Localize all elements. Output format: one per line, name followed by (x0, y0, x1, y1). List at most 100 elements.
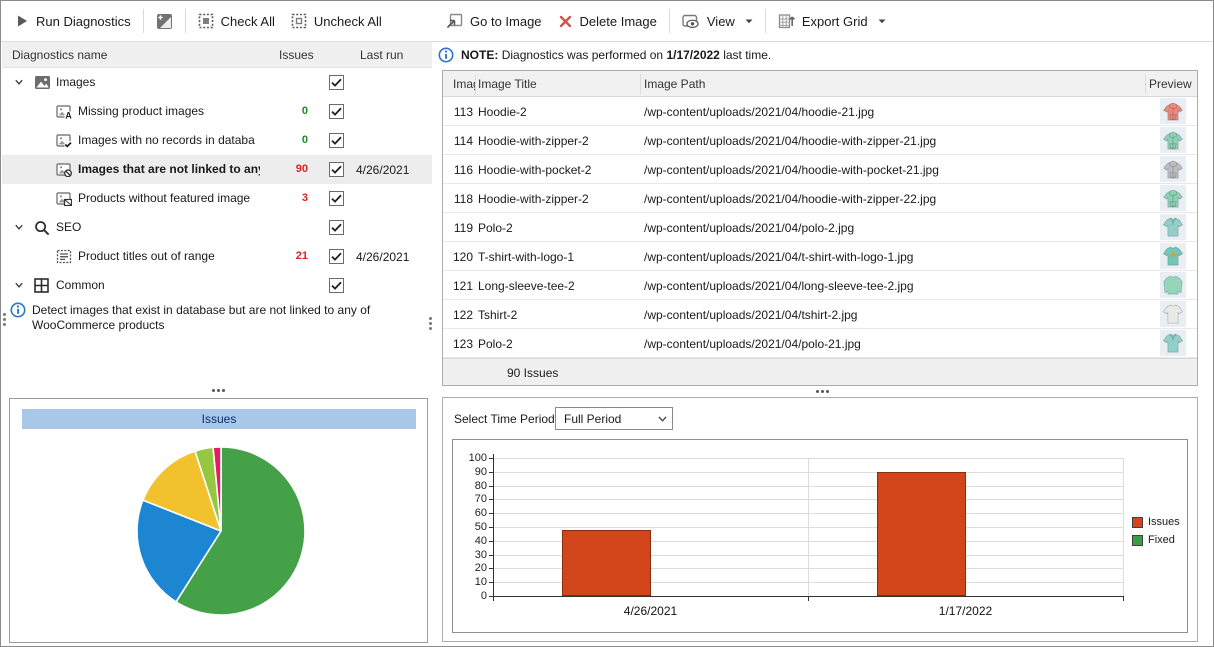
image-preview-thumbnail[interactable] (1160, 98, 1186, 124)
tree-row-seo[interactable]: SEO (2, 213, 432, 242)
column-preview[interactable]: Preview (1149, 77, 1192, 91)
time-period-select[interactable]: Full Period (555, 407, 673, 430)
image-path: /wp-content/uploads/2021/04/hoodie-with-… (644, 163, 939, 177)
y-tick-label: 40 (453, 535, 487, 547)
tree-row-products-without-featured-image[interactable]: Products without featured image3 (2, 184, 432, 213)
image-title: Tshirt-2 (478, 308, 517, 322)
tree-row-product-titles-out-of-range[interactable]: Product titles out of range214/26/2021 (2, 242, 432, 271)
view-eye-icon (682, 14, 700, 29)
y-tick-label: 10 (453, 576, 487, 588)
uncheck-all-icon (291, 13, 307, 29)
table-row-long-sleeve-tee-2[interactable]: 121Long-sleeve-tee-2/wp-content/uploads/… (443, 271, 1197, 300)
adjust-icon (156, 13, 173, 30)
issues-bar-chart: 01020304050607080901004/26/20211/17/2022… (452, 439, 1188, 633)
image-preview-thumbnail[interactable] (1160, 272, 1186, 298)
image-no-records-icon (56, 133, 72, 148)
right-horizontal-splitter-grip[interactable] (821, 390, 824, 393)
header-divider (1145, 74, 1146, 94)
image-path: /wp-content/uploads/2021/04/tshirt-2.jpg (644, 308, 857, 322)
chevron-expanded-icon[interactable] (14, 222, 24, 232)
view-dropdown-button[interactable]: View (674, 6, 761, 36)
bar-plot-area: 01020304050607080901004/26/20211/17/2022 (453, 440, 1187, 632)
image-preview-thumbnail[interactable] (1160, 301, 1186, 327)
grid-footer: 90 Issues (443, 358, 1197, 385)
x-tick (808, 597, 809, 601)
y-tick-label: 50 (453, 521, 487, 533)
image-preview-thumbnail[interactable] (1160, 156, 1186, 182)
panel-splitter-grip[interactable] (429, 317, 432, 320)
table-row-t-shirt-with-logo-1[interactable]: 120T-shirt-with-logo-1/wp-content/upload… (443, 242, 1197, 271)
y-tick-label: 60 (453, 507, 487, 519)
issues-count: 21 (262, 250, 308, 262)
tree-label: Images with no records in databa (78, 133, 255, 147)
image-preview-thumbnail[interactable] (1160, 127, 1186, 153)
tree-checkbox[interactable] (329, 162, 344, 177)
table-row-hoodie-with-zipper-2[interactable]: 118Hoodie-with-zipper-2/wp-content/uploa… (443, 184, 1197, 213)
table-row-polo-2[interactable]: 119Polo-2/wp-content/uploads/2021/04/pol… (443, 213, 1197, 242)
table-row-hoodie-2[interactable]: 113Hoodie-2/wp-content/uploads/2021/04/h… (443, 97, 1197, 126)
image-preview-thumbnail[interactable] (1160, 185, 1186, 211)
diagnostics-window: Run Diagnostics Check All Uncheck All Go… (0, 0, 1214, 647)
tree-checkbox[interactable] (329, 133, 344, 148)
chevron-expanded-icon[interactable] (14, 77, 24, 87)
tree-checkbox[interactable] (329, 75, 344, 90)
go-to-image-button[interactable]: Go to Image (438, 6, 550, 36)
diagnostic-description-text: Detect images that exist in database but… (32, 302, 412, 333)
tree-row-images-with-no-records-in-databa[interactable]: Images with no records in databa0 (2, 126, 432, 155)
statistics-panel: Select Time Period Full Period 010203040… (442, 397, 1198, 642)
view-label: View (707, 14, 735, 29)
table-row-polo-2[interactable]: 123Polo-2/wp-content/uploads/2021/04/pol… (443, 329, 1197, 358)
product-titles-icon (56, 249, 72, 264)
play-icon (15, 14, 29, 28)
tree-row-images[interactable]: Images (2, 68, 432, 97)
column-image-path[interactable]: Image Path (644, 77, 705, 91)
tree-row-missing-product-images[interactable]: AMissing product images0 (2, 97, 432, 126)
tree-row-common[interactable]: Common (2, 271, 432, 300)
header-divider (475, 74, 476, 94)
image-title: Hoodie-2 (478, 105, 527, 119)
tree-checkbox[interactable] (329, 220, 344, 235)
export-grid-dropdown-button[interactable]: Export Grid (770, 6, 894, 36)
tree-row-images-that-are-not-linked-to-any[interactable]: Images that are not linked to any904/26/… (2, 155, 432, 184)
tree-checkbox[interactable] (329, 104, 344, 119)
issues-count: 90 Issues (507, 366, 558, 380)
chevron-expanded-icon[interactable] (14, 280, 24, 290)
image-id: 121 (443, 279, 473, 293)
seo-icon (34, 220, 50, 236)
run-diagnostics-button[interactable]: Run Diagnostics (7, 6, 139, 36)
image-preview-thumbnail[interactable] (1160, 243, 1186, 269)
export-grid-label: Export Grid (802, 14, 868, 29)
image-preview-thumbnail[interactable] (1160, 214, 1186, 240)
y-tick-label: 0 (453, 590, 487, 602)
tree-checkbox[interactable] (329, 278, 344, 293)
image-featured-icon (56, 191, 72, 206)
y-tick-label: 80 (453, 480, 487, 492)
legend-issues-label: Issues (1148, 516, 1180, 528)
image-preview-thumbnail[interactable] (1160, 330, 1186, 356)
x-tick (1123, 597, 1124, 601)
tree-label: Common (56, 278, 105, 292)
caret-down-icon (878, 19, 886, 24)
image-title: T-shirt-with-logo-1 (478, 250, 574, 264)
image-path: /wp-content/uploads/2021/04/hoodie-21.jp… (644, 105, 874, 119)
column-image-title[interactable]: Image Title (478, 77, 537, 91)
table-row-tshirt-2[interactable]: 122Tshirt-2/wp-content/uploads/2021/04/t… (443, 300, 1197, 329)
run-options-button[interactable] (148, 6, 181, 36)
image-title: Hoodie-with-pocket-2 (478, 163, 591, 177)
image-title: Hoodie-with-zipper-2 (478, 134, 589, 148)
uncheck-all-button[interactable]: Uncheck All (283, 6, 390, 36)
column-image-id[interactable]: Image I (453, 77, 475, 91)
tree-label: Missing product images (78, 104, 204, 118)
tree-checkbox[interactable] (329, 249, 344, 264)
image-path: /wp-content/uploads/2021/04/hoodie-with-… (644, 192, 936, 206)
time-period-label: Select Time Period (454, 412, 555, 426)
tree-checkbox[interactable] (329, 191, 344, 206)
table-row-hoodie-with-zipper-2[interactable]: 114Hoodie-with-zipper-2/wp-content/uploa… (443, 126, 1197, 155)
left-splitter-grip[interactable] (3, 313, 6, 316)
left-horizontal-splitter-grip[interactable] (217, 389, 220, 392)
bar-issues-4-26-2021 (562, 530, 651, 596)
check-all-button[interactable]: Check All (190, 6, 283, 36)
table-row-hoodie-with-pocket-2[interactable]: 116Hoodie-with-pocket-2/wp-content/uploa… (443, 155, 1197, 184)
bar-issues-1-17-2022 (877, 472, 966, 596)
delete-image-button[interactable]: Delete Image (550, 6, 665, 36)
